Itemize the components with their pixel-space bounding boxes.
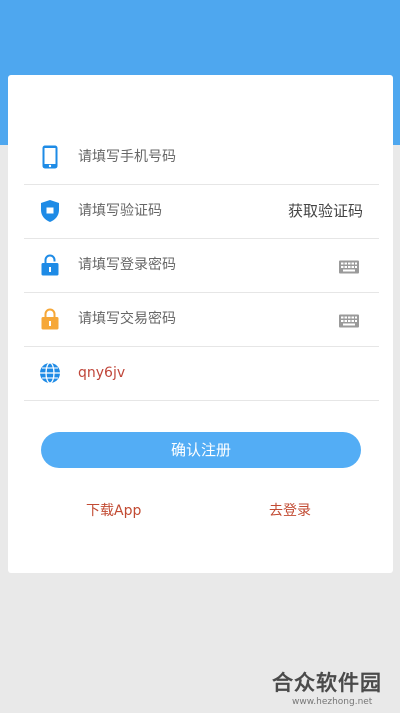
lock-icon (38, 307, 62, 331)
download-app-link[interactable]: 下载App (86, 500, 141, 520)
trade-password-row[interactable]: 请填写交易密码 (24, 292, 379, 347)
phone-row[interactable]: 请填写手机号码 (24, 130, 379, 185)
code-row[interactable]: 请填写验证码 获取验证码 (24, 184, 379, 239)
shield-icon (38, 199, 62, 223)
go-login-link[interactable]: 去登录 (269, 500, 311, 520)
keyboard-icon[interactable] (339, 313, 359, 328)
login-password-input[interactable]: 请填写登录密码 (78, 238, 176, 292)
globe-icon (38, 361, 62, 385)
keyboard-icon[interactable] (339, 259, 359, 274)
phone-icon (38, 145, 62, 169)
code-input[interactable]: 请填写验证码 (78, 184, 162, 238)
trade-password-input[interactable]: 请填写交易密码 (78, 292, 176, 346)
watermark-url: www.hezhong.net (292, 697, 373, 707)
login-password-row[interactable]: 请填写登录密码 (24, 238, 379, 293)
phone-input[interactable]: 请填写手机号码 (78, 130, 176, 184)
captcha-row[interactable]: qny6jv (24, 346, 379, 401)
confirm-register-button[interactable]: 确认注册 (41, 432, 361, 468)
get-code-button[interactable]: 获取验证码 (288, 184, 363, 238)
lock-icon (38, 253, 62, 277)
watermark-title: 合众软件园 (272, 671, 382, 695)
captcha-code[interactable]: qny6jv (78, 346, 125, 400)
register-card: 请填写手机号码 请填写验证码 获取验证码 请填写登录密码 请填写交易密码 qny… (8, 75, 393, 573)
watermark: 合众软件园 www.hezhong.net (272, 667, 397, 707)
